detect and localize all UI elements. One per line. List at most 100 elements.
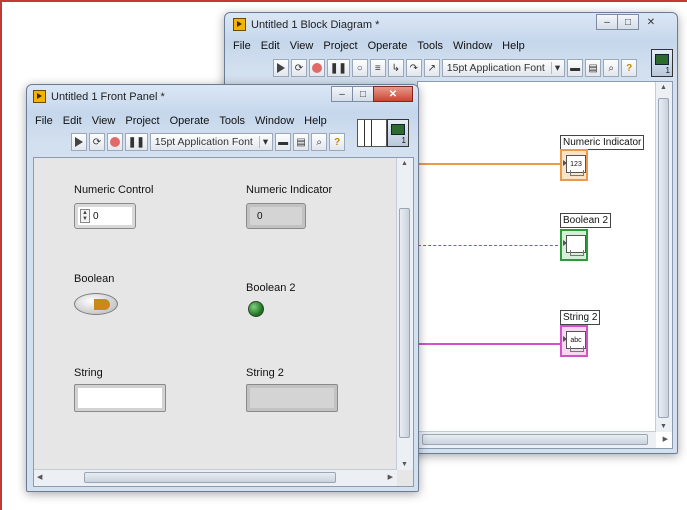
menu-help[interactable]: Help [304, 115, 327, 127]
block-diagram-vertical-scrollbar[interactable]: ▲ ▼ [655, 82, 672, 432]
context-help-icon[interactable]: ? [621, 59, 638, 77]
front-panel-titlebar[interactable]: Untitled 1 Front Panel * – □ ✕ [27, 85, 418, 109]
scroll-up-icon[interactable]: ▲ [401, 160, 408, 167]
menu-help[interactable]: Help [502, 40, 525, 52]
horizontal-scroll-thumb[interactable] [422, 434, 648, 445]
pause-icon[interactable]: ❚❚ [125, 133, 148, 151]
step-into-icon[interactable]: ↳ [387, 59, 404, 77]
vertical-scroll-thumb[interactable] [399, 208, 410, 438]
scroll-right-icon[interactable]: ▶ [663, 435, 668, 443]
distribute-objects-icon[interactable]: ▤ [293, 133, 310, 151]
numeric-indicator: 0 [246, 203, 306, 229]
menu-project[interactable]: Project [125, 115, 159, 127]
retain-wire-values-icon[interactable]: ≡ [369, 59, 386, 77]
align-objects-icon[interactable]: ▬ [567, 59, 584, 77]
menu-view[interactable]: View [290, 40, 314, 52]
step-out-icon[interactable]: ↗ [423, 59, 440, 77]
scroll-down-icon[interactable]: ▼ [401, 461, 408, 468]
numeric-indicator-terminal[interactable]: 123 [560, 149, 588, 181]
distribute-objects-icon[interactable]: ▤ [585, 59, 602, 77]
scroll-right-icon[interactable]: ▶ [388, 473, 393, 481]
front-panel-vertical-scrollbar[interactable]: ▲ ▼ [396, 158, 413, 470]
step-over-icon[interactable]: ↷ [405, 59, 422, 77]
abort-icon[interactable] [309, 59, 325, 77]
window-title: Untitled 1 Front Panel * [51, 91, 165, 103]
front-panel-horizontal-scrollbar[interactable]: ◀ ▶ [34, 469, 397, 486]
string-control[interactable] [74, 384, 166, 412]
string2-label: String 2 [246, 367, 284, 379]
string2-terminal[interactable]: abc [560, 325, 588, 357]
chevron-down-icon: ▾ [258, 136, 268, 148]
align-objects-icon[interactable]: ▬ [275, 133, 292, 151]
font-selector-value: 15pt Application Font [446, 62, 545, 74]
block-diagram-horizontal-scrollbar[interactable]: ▶ [418, 431, 668, 448]
string2-terminal-label: String 2 [560, 310, 601, 325]
vi-icon[interactable] [387, 119, 409, 147]
boolean2-label: Boolean 2 [246, 282, 296, 294]
numeric-control[interactable]: ▲ ▼ 0 [74, 203, 136, 229]
menu-edit[interactable]: Edit [63, 115, 82, 127]
run-arrow-icon[interactable] [273, 59, 289, 77]
boolean2-terminal[interactable] [560, 229, 588, 261]
window-title: Untitled 1 Block Diagram * [251, 19, 380, 31]
scroll-up-icon[interactable]: ▲ [660, 84, 667, 91]
maximize-button[interactable]: □ [617, 14, 639, 30]
abort-icon[interactable] [107, 133, 123, 151]
menu-tools[interactable]: Tools [417, 40, 443, 52]
highlight-execution-icon[interactable]: ○ [351, 59, 368, 77]
numeric-control-value[interactable]: 0 [93, 211, 99, 222]
clean-up-diagram-icon[interactable]: ⌕ [603, 59, 620, 77]
front-panel-toolbar: ⟳ ❚❚ 15pt Application Font ▾ ▬ ▤ ⌕ ? [71, 131, 346, 153]
boolean-button[interactable] [74, 293, 118, 315]
close-button[interactable]: ✕ [638, 14, 664, 30]
scroll-left-icon[interactable]: ◀ [37, 473, 42, 481]
maximize-button[interactable]: □ [352, 86, 374, 102]
menu-project[interactable]: Project [323, 40, 357, 52]
run-continuously-icon[interactable]: ⟳ [89, 133, 105, 151]
font-selector[interactable]: 15pt Application Font ▾ [441, 59, 566, 77]
close-button[interactable]: ✕ [373, 86, 413, 102]
vi-icon[interactable] [651, 49, 673, 77]
menu-operate[interactable]: Operate [170, 115, 210, 127]
caption-buttons: – □ ✕ [331, 86, 413, 102]
menu-operate[interactable]: Operate [368, 40, 408, 52]
menu-tools[interactable]: Tools [219, 115, 245, 127]
block-diagram-canvas[interactable]: Numeric Indicator 123 Boolean 2 String 2… [417, 81, 673, 449]
block-diagram-menubar: File Edit View Project Operate Tools Win… [229, 37, 673, 55]
boolean-label: Boolean [74, 273, 115, 285]
font-selector[interactable]: 15pt Application Font ▾ [149, 133, 274, 151]
numeric-indicator-label: Numeric Indicator [246, 184, 333, 196]
vertical-scroll-thumb[interactable] [658, 98, 669, 418]
front-panel-canvas[interactable]: Numeric Control ▲ ▼ 0 Numeric Indicator 0… [33, 157, 414, 487]
orange-numeric-wire[interactable] [418, 163, 563, 165]
pink-string-wire[interactable] [418, 343, 563, 345]
menu-file[interactable]: File [35, 115, 53, 127]
horizontal-scroll-thumb[interactable] [84, 472, 336, 483]
run-arrow-icon[interactable] [71, 133, 87, 151]
pause-icon[interactable]: ❚❚ [327, 59, 350, 77]
block-diagram-toolbar: ⟳ ❚❚ ○ ≡ ↳ ↷ ↗ 15pt Application Font ▾ ▬ … [273, 57, 638, 79]
minimize-button[interactable]: – [596, 14, 618, 30]
caption-buttons: – □ ✕ [596, 14, 664, 30]
increment-decrement-icon[interactable]: ▲ ▼ [80, 209, 90, 223]
context-help-icon[interactable]: ? [329, 133, 346, 151]
scroll-down-icon[interactable]: ▼ [660, 423, 667, 430]
front-panel-window: Untitled 1 Front Panel * – □ ✕ File Edit… [26, 84, 419, 492]
string-label: String [74, 367, 103, 379]
run-continuously-icon[interactable]: ⟳ [291, 59, 307, 77]
terminal-foot [570, 170, 584, 176]
menu-file[interactable]: File [233, 40, 251, 52]
green-boolean-wire[interactable] [418, 245, 563, 246]
connector-pane-icon[interactable] [357, 119, 387, 147]
menu-window[interactable]: Window [453, 40, 492, 52]
labview-app-icon [233, 18, 246, 31]
menu-view[interactable]: View [92, 115, 116, 127]
search-icon[interactable]: ⌕ [311, 133, 328, 151]
terminal-foot [570, 346, 584, 352]
string2-indicator [246, 384, 338, 412]
block-diagram-titlebar[interactable]: Untitled 1 Block Diagram * – □ ✕ [225, 13, 677, 37]
minimize-button[interactable]: – [331, 86, 353, 102]
numeric-control-label: Numeric Control [74, 184, 154, 196]
menu-window[interactable]: Window [255, 115, 294, 127]
menu-edit[interactable]: Edit [261, 40, 280, 52]
